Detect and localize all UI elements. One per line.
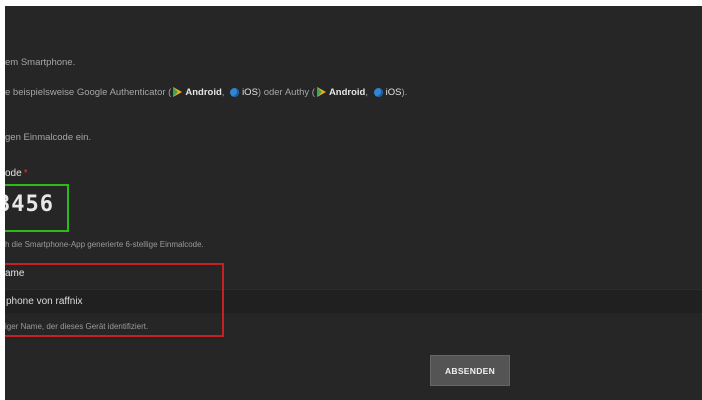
ios-link-authy[interactable]: iOS — [386, 87, 402, 98]
instruction-line-3: gen Einmalcode ein. — [5, 132, 91, 143]
instruction-line-2: e beispielsweise Google Authenticator ( A… — [5, 87, 407, 98]
name-highlight-box — [5, 263, 224, 337]
android-link-authy[interactable]: Android — [329, 87, 365, 98]
separator: , — [365, 87, 371, 98]
code-input[interactable]: 3456 — [5, 192, 54, 217]
submit-button[interactable]: ABSENDEN — [430, 355, 510, 386]
ios-globe-icon — [373, 87, 383, 97]
instruction-line-1: em Smartphone. — [5, 57, 75, 68]
code-label-text: ode — [5, 168, 22, 179]
instruction-text: e beispielsweise Google Authenticator ( — [5, 87, 172, 98]
instruction-text: ) oder Authy ( — [257, 87, 315, 98]
instruction-text: em Smartphone. — [5, 57, 76, 68]
ios-link-authenticator[interactable]: iOS — [242, 87, 258, 98]
instruction-text: gen Einmalcode ein. — [5, 132, 92, 143]
instruction-text: ). — [401, 87, 408, 98]
ios-globe-icon — [230, 87, 240, 97]
two-factor-setup-panel: em Smartphone. e beispielsweise Google A… — [5, 6, 702, 400]
code-help-text: h die Smartphone-App generierte 6-stelli… — [5, 240, 204, 249]
required-marker: * — [23, 168, 28, 179]
google-play-icon — [316, 87, 326, 98]
separator: , — [221, 87, 228, 98]
code-field-label: ode * — [5, 168, 28, 179]
android-link-authenticator[interactable]: Android — [185, 87, 221, 98]
google-play-icon — [173, 87, 183, 98]
